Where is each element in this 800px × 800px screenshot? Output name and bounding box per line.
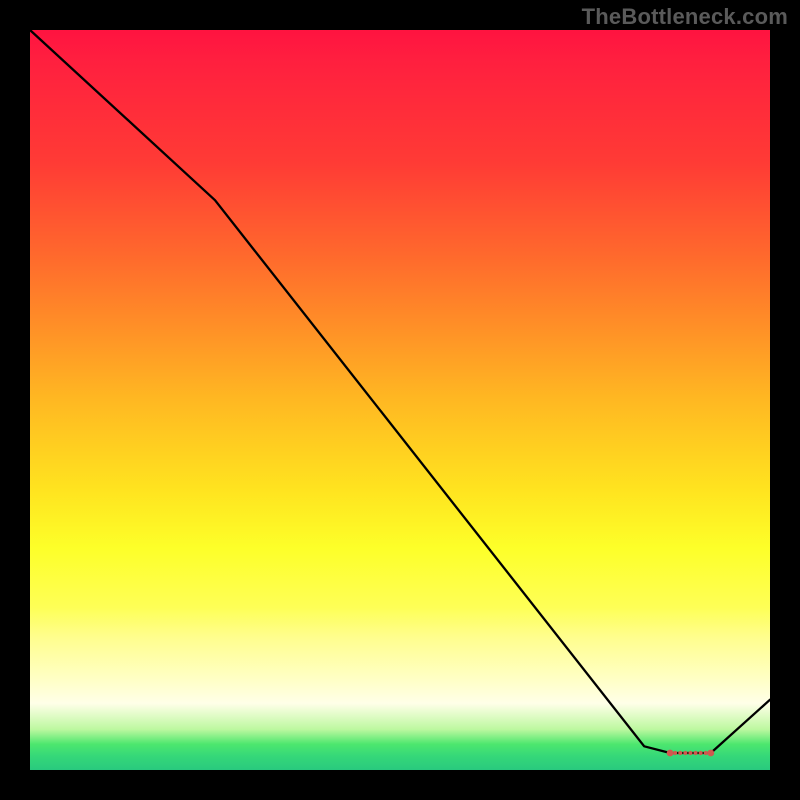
marker-dot xyxy=(693,751,697,755)
marker-dot xyxy=(678,751,682,755)
chart-svg xyxy=(30,30,770,770)
marker-dot xyxy=(688,751,692,755)
marker-dot xyxy=(667,750,674,757)
marker-dot xyxy=(699,751,703,755)
attribution-text: TheBottleneck.com xyxy=(582,4,788,30)
marker-dot xyxy=(707,750,714,757)
plot-area xyxy=(30,30,770,770)
marker-dot xyxy=(683,751,687,755)
data-curve xyxy=(30,30,770,753)
marker-group xyxy=(667,750,715,757)
marker-dot xyxy=(673,751,677,755)
chart-container: TheBottleneck.com xyxy=(0,0,800,800)
marker-dot xyxy=(704,751,708,755)
